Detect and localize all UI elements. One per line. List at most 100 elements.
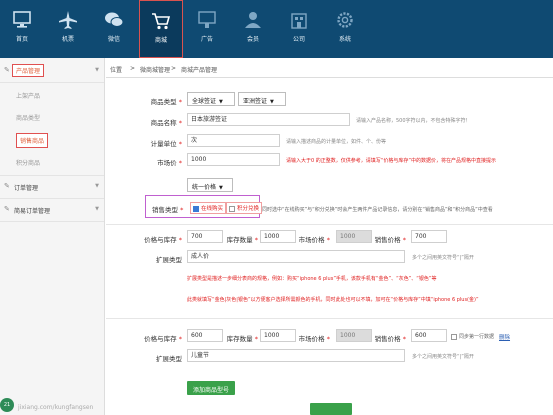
unit-label: 计量单位 *	[150, 140, 182, 148]
product-type-select-secondary[interactable]: 亚洲签证 ▼	[238, 92, 286, 106]
ext-type-label: 扩展类型	[156, 256, 182, 264]
sidebar-group-label: 订单管理	[14, 185, 39, 192]
market-price-input[interactable]: 1000	[187, 153, 280, 166]
breadcrumb-mall-admin[interactable]: 微商城管理	[140, 65, 170, 74]
pencil-icon: ✎	[4, 205, 10, 213]
nav-item-mall[interactable]: 商城	[139, 0, 183, 58]
ad-icon	[198, 11, 216, 28]
sidebar-item-points-products[interactable]: 积分商品	[16, 158, 40, 167]
divider	[0, 82, 104, 83]
sidebar-group-products[interactable]: ✎ 产品管理 ▼	[0, 62, 105, 80]
company-icon	[291, 13, 307, 29]
sale-type-label: 销售类型 *	[152, 206, 184, 214]
divider	[0, 175, 104, 176]
stock-label: 库存数量 *	[226, 335, 258, 343]
nav-item-company[interactable]: 公司	[277, 0, 321, 58]
spec2-ext-input[interactable]: 儿童节	[187, 349, 405, 362]
checkbox-unchecked-icon	[229, 205, 235, 212]
divider	[106, 224, 553, 225]
watermark-text: jixiang.com/kungfangsen	[18, 404, 94, 411]
ext-type-description-line2: 此类就填写“金色|灰色|银色”以方便客户选择所需颜色的手机，同时此处也可以不填，…	[187, 297, 479, 303]
breadcrumb-root: 位置	[110, 67, 123, 74]
divider	[0, 221, 104, 222]
product-name-input[interactable]: 日本旅游签证	[187, 113, 350, 126]
price-stock-label: 价格与库存 *	[144, 236, 182, 244]
nav-item-home[interactable]: 首页	[0, 0, 44, 58]
chevron-down-icon: ▼	[95, 206, 99, 212]
spec1-price-input[interactable]: 700	[187, 230, 223, 243]
sale-type-hint: 同时选中“在线购买”与“积分兑换”时会产生两件产品记录信息，请分别在“销售商品”…	[262, 207, 493, 213]
spec1-ext-input[interactable]: 成人价	[187, 250, 405, 263]
online-purchase-checkbox[interactable]: 在线购买	[190, 202, 227, 214]
market-price-label: 市场价 *	[157, 159, 182, 167]
delete-spec-link[interactable]: 删除	[499, 333, 510, 341]
ext-type-hint: 多个之间用英文符号“|”隔开	[412, 354, 474, 360]
gear-icon	[337, 12, 353, 28]
sidebar-item-product-types[interactable]: 商品类型	[16, 113, 40, 122]
sidebar-group-simple-orders[interactable]: ✎ 简易订单管理 ▼	[0, 201, 105, 219]
nav-item-members[interactable]: 会员	[231, 0, 275, 58]
spec1-stock-input[interactable]: 1000	[260, 230, 296, 243]
unit-hint: 请输入描述商品的计量单位，如件、个、份等	[286, 139, 387, 145]
submit-button[interactable]	[310, 403, 352, 415]
add-spec-button[interactable]: 添加商品型号	[187, 381, 236, 395]
sidebar-item-listed-products[interactable]: 上架产品	[16, 91, 40, 100]
stock-label: 库存数量 *	[226, 236, 258, 244]
sidebar: ✎ 产品管理 ▼ 上架产品 商品类型 销售商品 积分商品 ✎ 订单管理 ▼ ✎ …	[0, 58, 105, 415]
market-label: 市场价格 *	[298, 335, 330, 343]
top-navigation: 首页 机票 微信 商城 广告 会员 公司 系统	[0, 0, 553, 58]
nav-label: 系统	[338, 36, 351, 43]
sidebar-item-sales-products[interactable]: 销售商品	[16, 133, 49, 148]
divider	[0, 198, 104, 199]
members-icon	[245, 12, 261, 28]
nav-label: 微信	[107, 36, 120, 43]
wechat-icon	[105, 12, 124, 27]
pencil-icon: ✎	[4, 182, 10, 190]
breadcrumb-separator: >	[130, 65, 136, 72]
product-type-select-primary[interactable]: 全球签证 ▼	[187, 92, 235, 106]
nav-item-ads[interactable]: 广告	[185, 0, 229, 58]
breadcrumb: 位置 > 微商城管理 > 商城产品管理	[106, 58, 553, 78]
product-name-label: 商品名称 *	[150, 119, 182, 127]
product-name-hint: 请输入产品名称，500字符以内，不包含特殊字符！	[356, 118, 471, 124]
unit-input[interactable]: 次	[187, 134, 280, 147]
sidebar-group-label: 产品管理	[12, 64, 45, 77]
nav-label: 商城	[154, 37, 167, 44]
sync-first-row-checkbox[interactable]: 同步第一行数据	[451, 333, 494, 340]
caret-down-icon: ▼	[270, 99, 274, 105]
nav-label: 广告	[200, 36, 213, 43]
sale-price-label: 销售价格 *	[374, 236, 406, 244]
watermark-logo: 21	[0, 398, 14, 412]
spec2-stock-input[interactable]: 1000	[260, 329, 296, 342]
spec2-price-input[interactable]: 600	[187, 329, 223, 342]
ext-type-hint: 多个之间用英文符号“|”隔开	[412, 255, 474, 261]
chevron-down-icon: ▼	[95, 183, 99, 189]
price-mode-select[interactable]: 统一价格 ▼	[187, 178, 233, 192]
nav-item-flights[interactable]: 机票	[46, 0, 90, 58]
nav-label: 首页	[15, 36, 28, 43]
market-label: 市场价格 *	[298, 236, 330, 244]
breadcrumb-separator: >	[171, 65, 177, 72]
sale-type-group: 销售类型 * 在线购买 积分兑换	[145, 195, 263, 218]
pencil-icon: ✎	[4, 66, 10, 74]
monitor-icon	[13, 11, 31, 28]
checkbox-unchecked-icon	[451, 333, 457, 340]
nav-label: 会员	[246, 36, 259, 43]
ext-type-label: 扩展类型	[156, 355, 182, 363]
checkbox-checked-icon	[193, 205, 199, 212]
market-price-hint: 请输入大于0 的正整数，仅供参考，请填写“价格与库存”中的数据价，将在产品规格中…	[286, 158, 496, 164]
points-exchange-checkbox[interactable]: 积分兑换	[226, 202, 263, 214]
spec1-sale-price-input[interactable]: 700	[411, 230, 447, 243]
nav-label: 机票	[61, 36, 74, 43]
chevron-down-icon: ▼	[95, 67, 99, 73]
nav-item-wechat[interactable]: 微信	[92, 0, 136, 58]
spec2-sale-price-input[interactable]: 600	[411, 329, 447, 342]
product-type-label: 商品类型 *	[150, 98, 182, 106]
sidebar-group-orders[interactable]: ✎ 订单管理 ▼	[0, 178, 105, 196]
nav-item-system[interactable]: 系统	[323, 0, 367, 58]
nav-label: 公司	[292, 36, 305, 43]
caret-down-icon: ▼	[219, 99, 223, 105]
ext-type-description-line1: 扩展类型是描述一步细分表商的规格，例如：购买“iphone 6 plus”手机，…	[187, 276, 437, 282]
spec2-market-input[interactable]: 1000	[336, 329, 372, 342]
spec1-market-input[interactable]: 1000	[336, 230, 372, 243]
